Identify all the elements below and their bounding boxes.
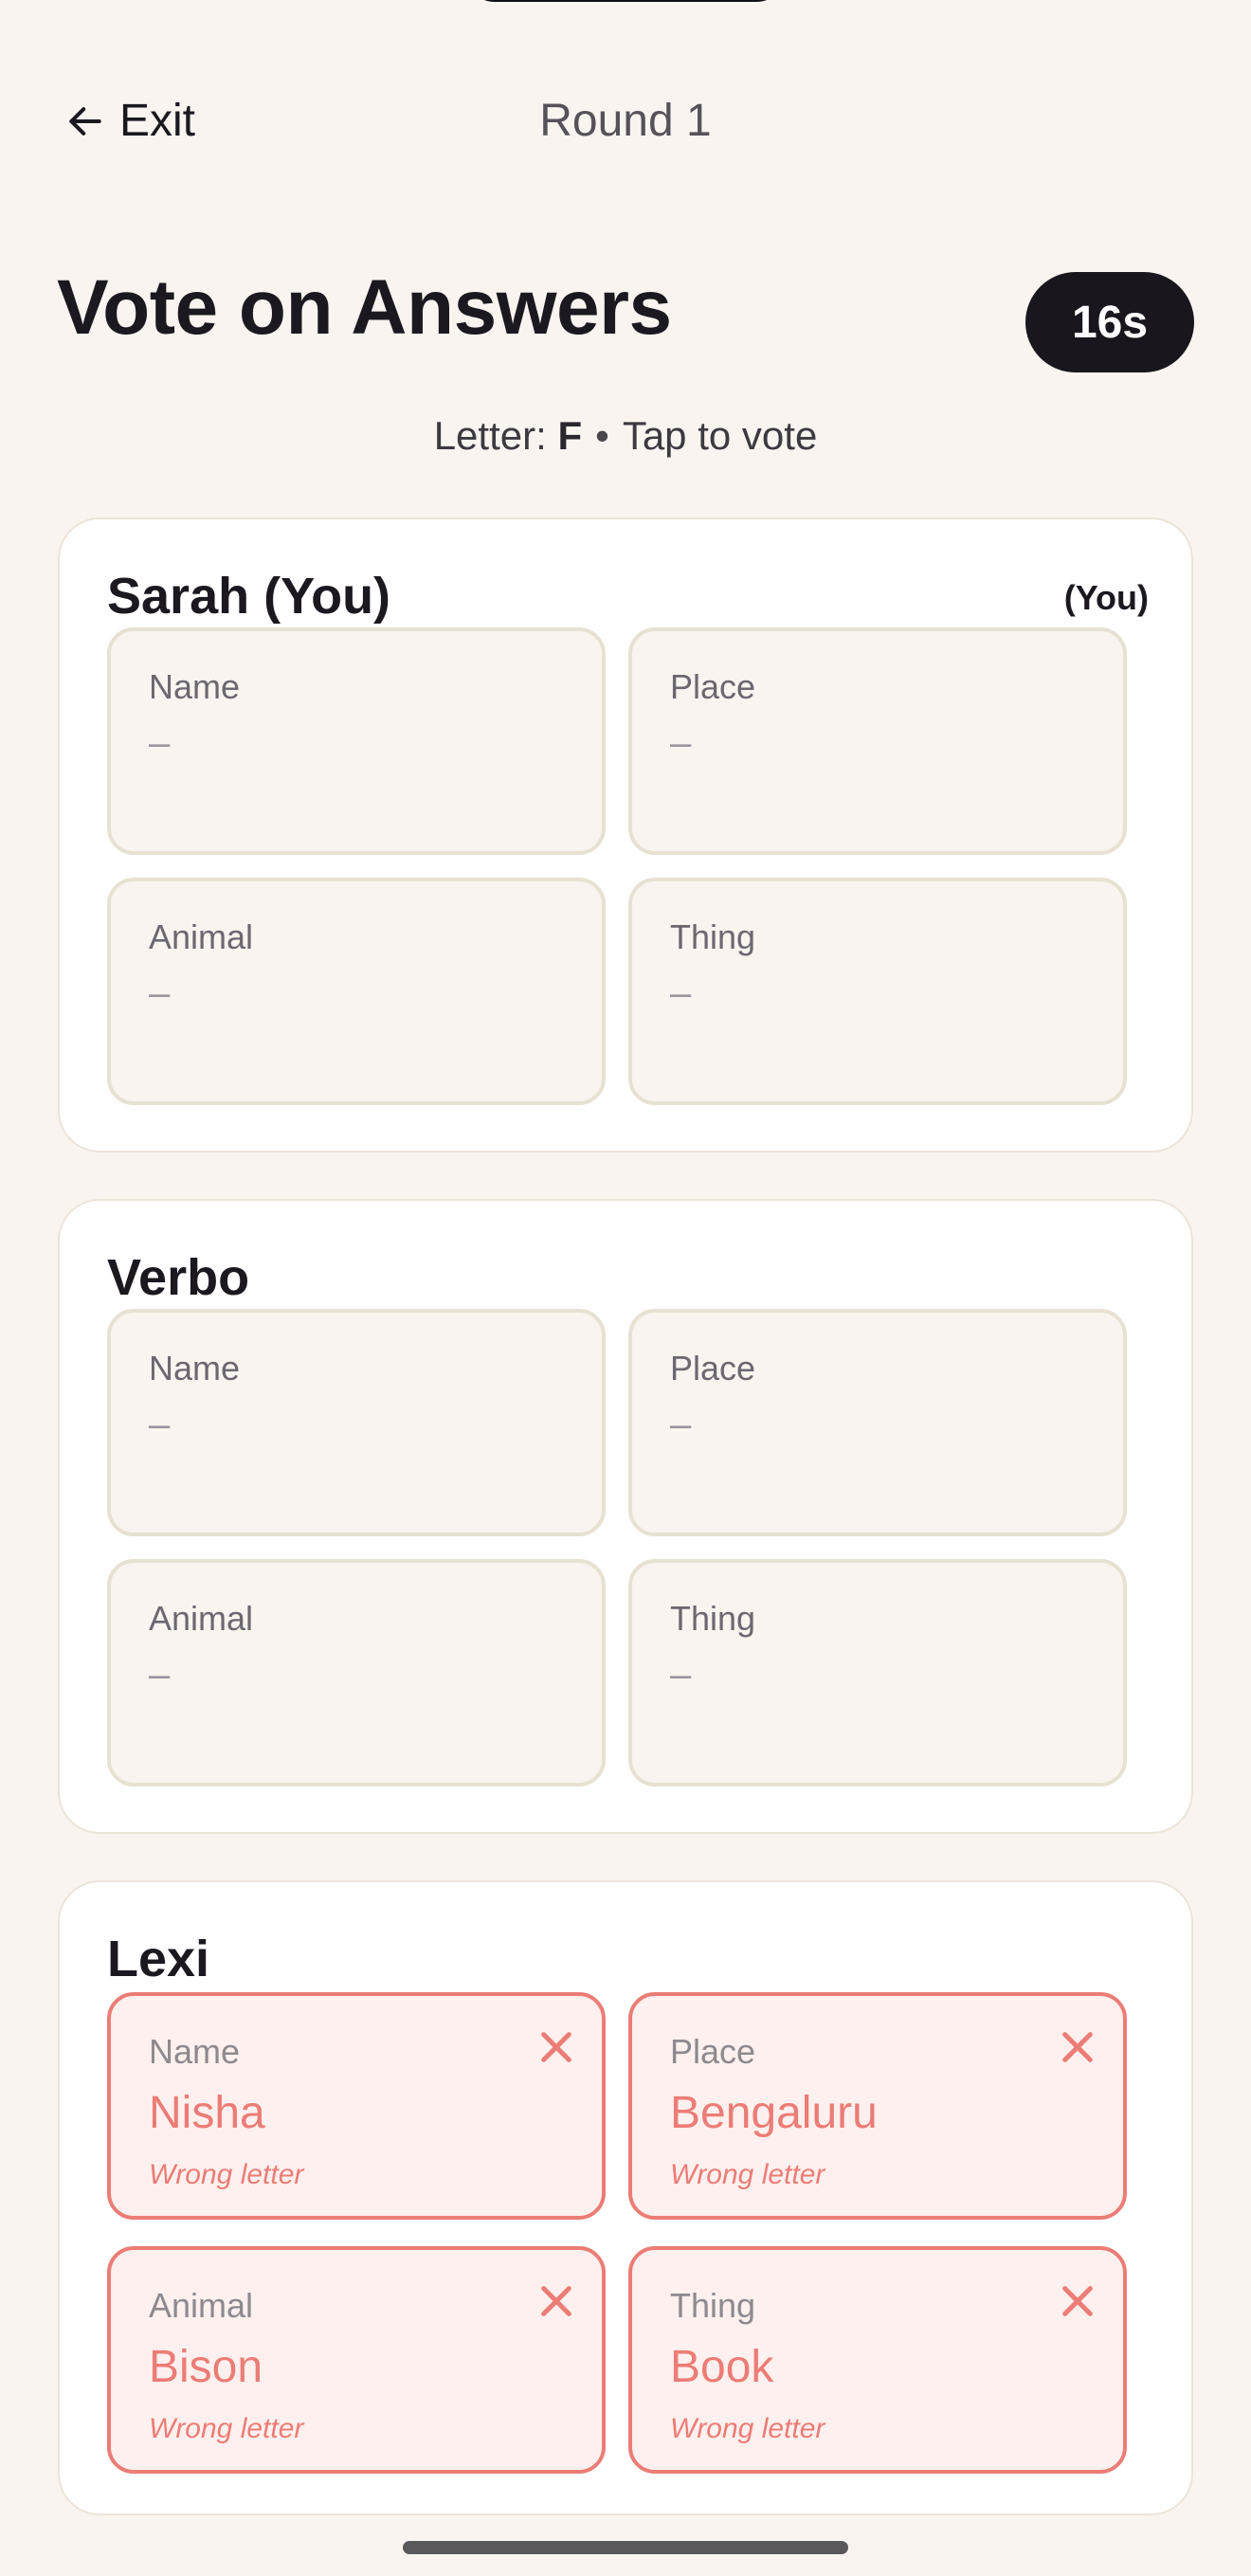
- player-header: Sarah (You) (You): [107, 567, 1149, 625]
- page-title: Vote on Answers: [57, 264, 672, 351]
- answer-value: –: [149, 1654, 171, 1696]
- answer-value: Bison: [149, 2342, 263, 2392]
- answer-cell-animal[interactable]: Animal Bison Wrong letter: [107, 2246, 606, 2474]
- category-label: Name: [149, 1349, 241, 1388]
- top-bar: Exit Round 1: [0, 85, 1251, 152]
- category-label: Place: [670, 667, 756, 706]
- answer-value: Book: [670, 2342, 774, 2392]
- category-label: Animal: [149, 2286, 254, 2325]
- player-name: Lexi: [107, 1931, 210, 1987]
- x-mark-icon: [1062, 2286, 1093, 2316]
- timer-badge: 16s: [1025, 272, 1194, 372]
- letter-prefix: Letter:: [433, 413, 558, 458]
- answer-value: –: [670, 722, 692, 764]
- x-mark-icon: [541, 2286, 571, 2316]
- vote-instruction: Tap to vote: [622, 413, 818, 458]
- player-card-lexi: Lexi Name Nisha Wrong letter Place Benga…: [58, 1880, 1193, 2515]
- wrong-letter-note: Wrong letter: [670, 2159, 825, 2190]
- camera-notch: [464, 0, 787, 2]
- answer-cell-name[interactable]: Name –: [107, 627, 606, 855]
- player-card-verbo: Verbo Name – Place – Animal – Thing –: [58, 1199, 1193, 1834]
- answer-cell-place[interactable]: Place –: [628, 1309, 1127, 1536]
- answer-value: –: [149, 972, 171, 1014]
- answer-value: –: [149, 1404, 171, 1445]
- category-label: Animal: [149, 917, 254, 956]
- player-header: Lexi: [107, 1930, 1148, 1987]
- answer-value: –: [670, 972, 692, 1014]
- category-label: Name: [149, 2032, 241, 2071]
- category-label: Place: [670, 2032, 756, 2071]
- answer-cell-name[interactable]: Name –: [107, 1309, 606, 1536]
- category-label: Thing: [670, 917, 756, 956]
- answer-cell-animal[interactable]: Animal –: [107, 1559, 606, 1787]
- category-label: Thing: [670, 2286, 756, 2325]
- wrong-letter-note: Wrong letter: [670, 2413, 825, 2444]
- answer-cell-animal[interactable]: Animal –: [107, 878, 606, 1105]
- answer-cell-name[interactable]: Name Nisha Wrong letter: [107, 1992, 606, 2220]
- answer-value: –: [670, 1654, 692, 1696]
- answer-cell-thing[interactable]: Thing Book Wrong letter: [628, 2246, 1127, 2474]
- answer-cell-place[interactable]: Place Bengaluru Wrong letter: [628, 1992, 1127, 2220]
- answer-cell-thing[interactable]: Thing –: [628, 878, 1127, 1105]
- player-header: Verbo: [107, 1248, 1148, 1306]
- answer-value: Bengaluru: [670, 2088, 878, 2138]
- answer-value: Nisha: [149, 2088, 265, 2138]
- category-label: Animal: [149, 1599, 254, 1638]
- home-indicator[interactable]: [403, 2541, 848, 2554]
- you-tag: (You): [1063, 578, 1149, 617]
- category-label: Thing: [670, 1599, 756, 1638]
- separator-dot: •: [595, 413, 609, 458]
- answer-cell-place[interactable]: Place –: [628, 627, 1127, 855]
- vote-screen: Exit Round 1 Vote on Answers 16s Letter:…: [0, 0, 1251, 2576]
- player-name: Sarah (You): [107, 568, 391, 625]
- wrong-letter-note: Wrong letter: [149, 2413, 304, 2444]
- round-letter: F: [557, 413, 583, 458]
- player-card-sarah: Sarah (You) (You) Name – Place – Animal …: [58, 517, 1193, 1152]
- category-label: Place: [670, 1349, 756, 1388]
- answer-value: –: [149, 722, 171, 764]
- answer-cell-thing[interactable]: Thing –: [628, 1559, 1127, 1787]
- category-label: Name: [149, 667, 241, 706]
- round-label: Round 1: [539, 96, 712, 146]
- answer-value: –: [670, 1404, 692, 1445]
- player-name: Verbo: [107, 1249, 250, 1306]
- x-mark-icon: [1062, 2032, 1093, 2062]
- wrong-letter-note: Wrong letter: [149, 2159, 304, 2190]
- round-instructions: Letter: F • Tap to vote: [0, 413, 1251, 459]
- x-mark-icon: [541, 2032, 571, 2062]
